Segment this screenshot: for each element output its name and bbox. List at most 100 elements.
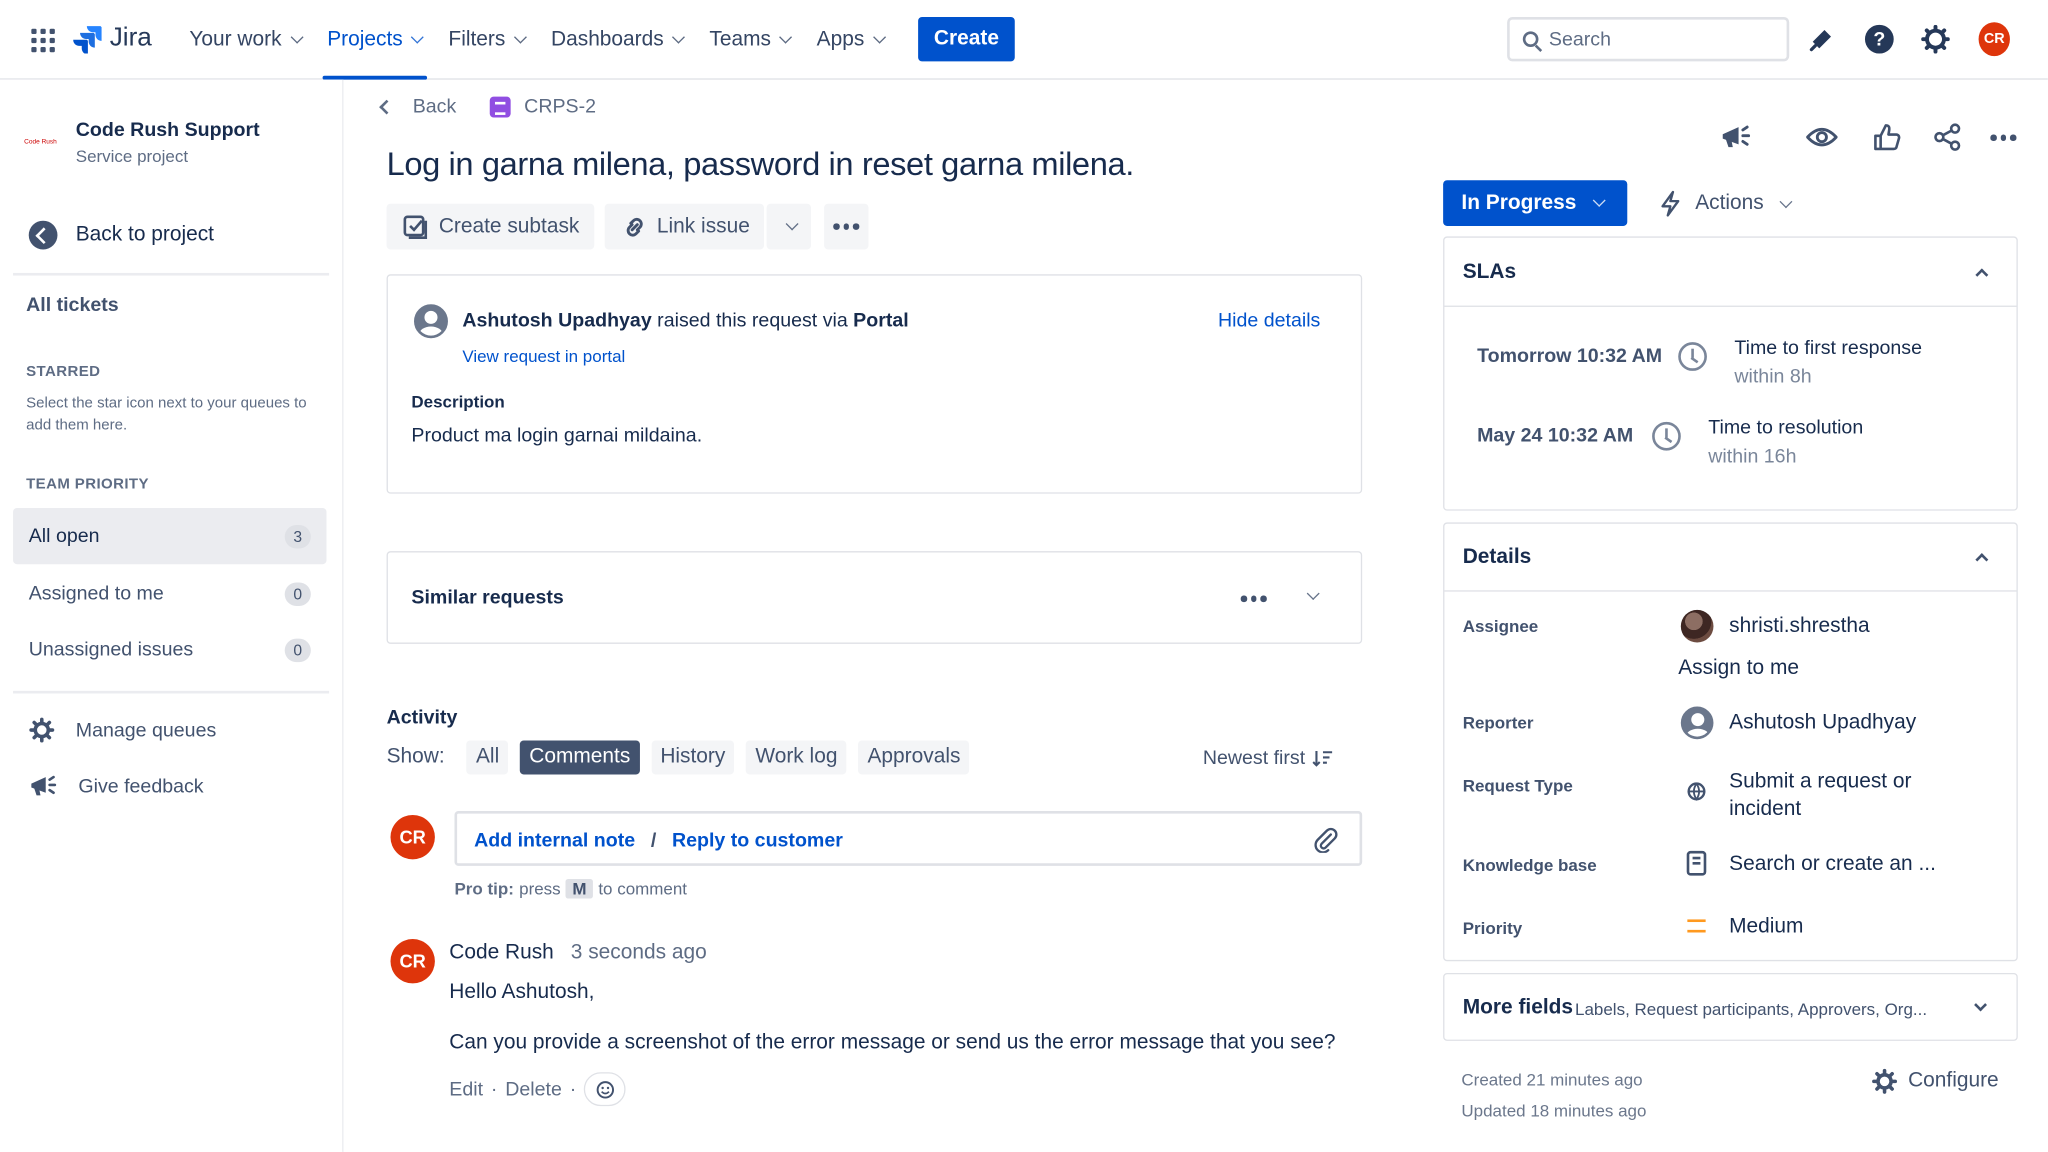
- search-input[interactable]: Search: [1507, 16, 1790, 62]
- more-icon[interactable]: [1240, 595, 1267, 602]
- megaphone-icon[interactable]: [1719, 123, 1753, 152]
- nav-label: Apps: [816, 28, 865, 51]
- notifications-icon[interactable]: [1806, 24, 1837, 55]
- status-transition-button[interactable]: In Progress: [1443, 180, 1628, 226]
- comment-line-2: Can you provide a screenshot of the erro…: [449, 1031, 1336, 1054]
- chevron-up-icon: [1975, 553, 1989, 567]
- description-text[interactable]: Product ma login garnai mildaina.: [411, 424, 702, 446]
- manage-queues-link[interactable]: Manage queues: [29, 717, 217, 743]
- comment-header: Code Rush 3 seconds ago: [449, 942, 706, 966]
- filter-work-log[interactable]: Work log: [746, 740, 847, 775]
- request-type-value[interactable]: Submit a request or incident: [1729, 768, 1911, 823]
- help-icon[interactable]: ?: [1864, 24, 1895, 55]
- add-reaction-button[interactable]: [584, 1072, 626, 1107]
- edit-comment-link[interactable]: Edit: [449, 1078, 483, 1100]
- dot-separator: ·: [490, 1078, 498, 1101]
- nav-filters[interactable]: Filters: [435, 0, 538, 80]
- chevron-left-icon[interactable]: [379, 99, 394, 114]
- hide-details-link[interactable]: Hide details: [1218, 310, 1320, 332]
- give-feedback-link[interactable]: Give feedback: [29, 773, 204, 799]
- delete-comment-link[interactable]: Delete: [505, 1078, 562, 1100]
- filter-approvals[interactable]: Approvals: [858, 740, 970, 775]
- thumbs-up-icon[interactable]: [1873, 123, 1902, 152]
- link-issue-dropdown[interactable]: [766, 203, 812, 250]
- project-logo: Code Rush: [18, 120, 62, 164]
- nav-apps[interactable]: Apps: [804, 0, 897, 80]
- request-details-panel: Ashutosh Upadhyay raised this request vi…: [386, 274, 1363, 494]
- similar-requests-panel[interactable]: Similar requests: [386, 551, 1363, 644]
- more-fields-title: More fields: [1462, 996, 1574, 1019]
- nav-your-work[interactable]: Your work: [176, 0, 314, 80]
- sla-within: within 16h: [1708, 445, 1797, 468]
- knowledge-base-label: Knowledge base: [1462, 855, 1597, 876]
- filter-history[interactable]: History: [651, 740, 735, 775]
- nav-dashboards[interactable]: Dashboards: [538, 0, 696, 80]
- queue-unassigned-issues[interactable]: Unassigned issues 0: [13, 622, 326, 678]
- project-header[interactable]: Code Rush Code Rush Support Service proj…: [18, 119, 260, 166]
- back-link[interactable]: Back: [413, 95, 457, 117]
- priority-medium-icon: [1687, 919, 1706, 933]
- details-panel: Details: [1443, 522, 2018, 962]
- filter-all[interactable]: All: [466, 740, 509, 775]
- filter-comments[interactable]: Comments: [520, 740, 640, 775]
- queue-assigned-to-me[interactable]: Assigned to me 0: [13, 565, 326, 621]
- more-icon[interactable]: [1990, 134, 2016, 141]
- queue-all-open[interactable]: All open 3: [13, 508, 327, 565]
- pro-tip-rest: to comment: [598, 878, 688, 899]
- queue-count-badge: 0: [284, 637, 311, 662]
- clock-icon: [1652, 421, 1681, 451]
- create-subtask-button[interactable]: Create subtask: [386, 203, 595, 250]
- create-subtask-label: Create subtask: [438, 214, 580, 238]
- sort-toggle[interactable]: Newest first: [1203, 747, 1334, 769]
- share-icon[interactable]: [1933, 123, 1962, 152]
- add-internal-note-link[interactable]: Add internal note: [474, 829, 635, 851]
- issue-key-link[interactable]: CRPS-2: [524, 95, 596, 117]
- comment-author-avatar: CR: [390, 939, 435, 984]
- assignee-label: Assignee: [1462, 616, 1539, 637]
- pro-tip-label: Pro tip:: [454, 878, 514, 899]
- app-switcher-icon[interactable]: [31, 28, 55, 53]
- assignee-value[interactable]: shristi.shrestha: [1729, 615, 1870, 639]
- issue-title[interactable]: Log in garna milena, password in reset g…: [387, 146, 1135, 184]
- sla-name: Time to first response: [1734, 336, 1923, 360]
- nav-teams[interactable]: Teams: [696, 0, 803, 80]
- chevron-down-icon[interactable]: [1306, 587, 1320, 601]
- all-tickets-link[interactable]: All tickets: [26, 294, 119, 316]
- chevron-down-icon: [513, 30, 527, 44]
- chevron-down-icon: [872, 30, 886, 44]
- reply-to-customer-link[interactable]: Reply to customer: [672, 829, 843, 851]
- details-header[interactable]: Details: [1444, 524, 2017, 592]
- chevron-down-icon: [1780, 194, 1794, 208]
- comment-input[interactable]: Add internal note / Reply to customer: [454, 811, 1363, 866]
- raiser-name[interactable]: Ashutosh Upadhyay: [462, 310, 651, 332]
- comment-time[interactable]: 3 seconds ago: [571, 942, 707, 966]
- knowledge-base-icon: [1686, 850, 1707, 876]
- slas-header[interactable]: SLAs: [1444, 238, 2017, 307]
- watch-eye-icon[interactable]: [1806, 125, 1838, 149]
- settings-gear-icon[interactable]: [1920, 24, 1951, 55]
- view-in-portal-link[interactable]: View request in portal: [462, 346, 625, 366]
- assign-to-me-link[interactable]: Assign to me: [1678, 657, 1799, 681]
- breadcrumb: Back CRPS-2: [379, 95, 596, 118]
- more-actions-button[interactable]: [824, 203, 869, 250]
- pro-tip-press: press: [519, 878, 561, 899]
- actions-menu-button[interactable]: Actions: [1659, 190, 1794, 217]
- reporter-value[interactable]: Ashutosh Upadhyay: [1729, 712, 1916, 736]
- nav-projects[interactable]: Projects: [314, 0, 435, 80]
- configure-button[interactable]: Configure: [1871, 1068, 1999, 1094]
- priority-value[interactable]: Medium: [1729, 916, 1803, 940]
- attachment-icon[interactable]: [1313, 827, 1339, 853]
- more-fields-panel[interactable]: More fields Labels, Request participants…: [1443, 972, 2018, 1041]
- comment-actions: Edit · Delete ·: [449, 1072, 626, 1107]
- separator: /: [650, 829, 657, 852]
- jira-logo[interactable]: Jira: [73, 24, 152, 54]
- back-to-project-link[interactable]: Back to project: [28, 220, 214, 250]
- profile-avatar[interactable]: CR: [1978, 22, 2010, 57]
- create-button[interactable]: Create: [918, 16, 1015, 62]
- sla-name: Time to resolution: [1708, 416, 1864, 439]
- primary-menu: Your work Projects Filters Dashboards Te…: [176, 0, 897, 80]
- knowledge-base-value[interactable]: Search or create an ...: [1729, 853, 1936, 877]
- link-issue-button[interactable]: Link issue: [604, 203, 765, 250]
- project-type: Service project: [75, 146, 189, 166]
- comment-author[interactable]: Code Rush: [449, 942, 554, 966]
